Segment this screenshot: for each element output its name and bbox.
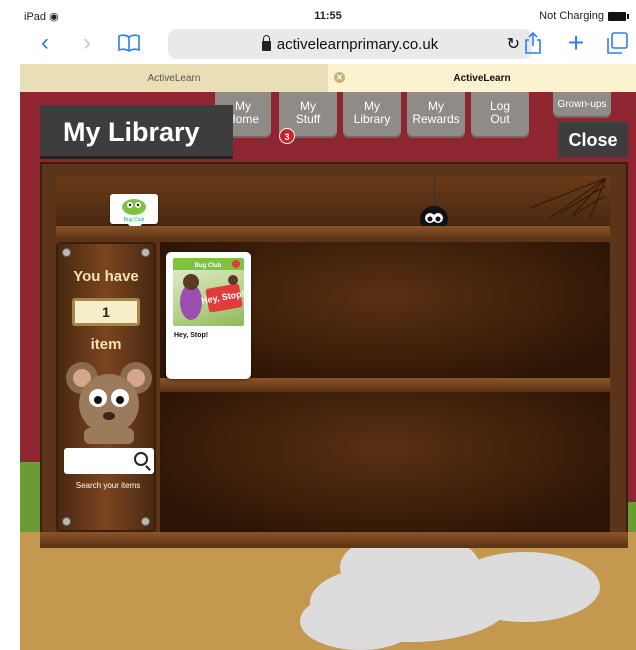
screw-icon — [62, 517, 71, 526]
you-have-label: You have — [73, 268, 139, 285]
url-text: activelearnprimary.co.uk — [276, 35, 439, 53]
close-button[interactable]: Close — [558, 122, 628, 158]
new-tab-button[interactable]: + — [561, 27, 591, 58]
shelf-compartment — [160, 392, 610, 532]
svg-text:Bug Club: Bug Club — [124, 217, 145, 223]
nav-my-rewards[interactable]: My Rewards — [407, 92, 465, 138]
cobweb-icon — [530, 178, 606, 218]
book-icon — [118, 34, 140, 52]
shelf-board — [160, 378, 610, 392]
mouse-mascot-icon — [66, 362, 152, 444]
cloud — [450, 552, 600, 622]
close-tab-icon[interactable]: ✕ — [334, 72, 345, 83]
search-label: Search your items — [75, 481, 141, 490]
search-icon[interactable] — [134, 452, 148, 466]
share-button[interactable] — [518, 28, 548, 58]
tab-activelearn-2[interactable]: ✕ ActiveLearn — [328, 64, 636, 92]
bug-club-logo: Bug Club — [122, 199, 146, 223]
item-label: item — [90, 336, 122, 353]
spider-thread — [434, 176, 435, 206]
book-cover-illustration: Bug Club Hey, Stop! — [173, 258, 244, 320]
bug-club-tag[interactable]: Bug Club — [110, 194, 158, 232]
share-icon — [525, 32, 541, 54]
grass-left — [20, 462, 40, 532]
bookmarks-button[interactable] — [114, 28, 144, 58]
web-content: My Home My Stuff My Library My Rewards L… — [20, 92, 636, 650]
screw-icon — [62, 248, 71, 257]
tabs-overview-button[interactable] — [602, 28, 632, 58]
status-bar: iPad ◉ 11:55 Not Charging — [20, 8, 636, 26]
page-title: My Library — [40, 105, 233, 159]
back-button[interactable]: ‹ — [30, 28, 60, 58]
tab-strip: ActiveLearn ✕ ActiveLearn — [20, 64, 636, 92]
book-cover[interactable]: Bug Club Hey, Stop! — [173, 258, 244, 326]
lock-icon — [261, 35, 271, 51]
search-input[interactable] — [64, 448, 154, 474]
nav-my-library[interactable]: My Library — [343, 92, 401, 138]
battery-status: Not Charging — [539, 10, 629, 22]
address-bar[interactable]: activelearnprimary.co.uk ↻ — [168, 29, 532, 59]
notification-badge: 3 — [279, 128, 295, 144]
svg-text:Bug Club: Bug Club — [195, 263, 222, 269]
item-count: 1 — [72, 298, 140, 326]
shelf-board — [40, 532, 628, 548]
screw-icon — [141, 517, 150, 526]
nav-grown-ups[interactable]: Grown-ups — [553, 92, 611, 118]
browser-toolbar: ‹ › activelearnprimary.co.uk ↻ + — [20, 26, 636, 64]
tab-activelearn-1[interactable]: ActiveLearn — [20, 64, 328, 92]
book-title: Hey, Stop! — [174, 332, 209, 339]
book-card[interactable]: Bug Club Hey, Stop! Hey, Stop! — [166, 252, 251, 379]
forward-button[interactable]: › — [72, 28, 102, 58]
nav-log-out[interactable]: Log Out — [471, 92, 529, 138]
tabs-icon — [607, 32, 628, 54]
battery-icon — [608, 11, 629, 21]
screw-icon — [141, 248, 150, 257]
battery-text: Not Charging — [539, 10, 604, 22]
shelf-board — [56, 226, 610, 240]
cloud — [300, 592, 420, 650]
